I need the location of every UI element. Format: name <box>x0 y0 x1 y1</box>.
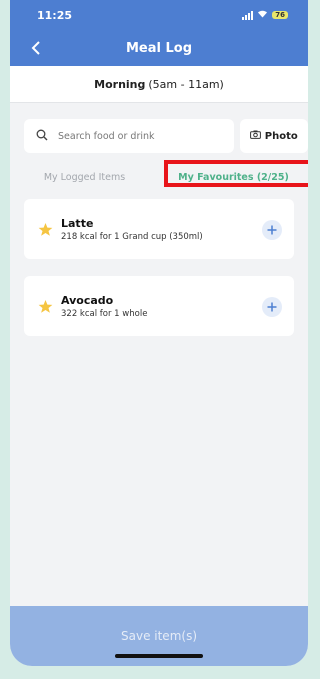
camera-icon <box>249 130 261 142</box>
plus-icon <box>267 302 277 312</box>
save-label: Save item(s) <box>121 629 197 643</box>
period-range: (5am - 11am) <box>148 77 224 91</box>
list-item[interactable]: Latte 218 kcal for 1 Grand cup (350ml) <box>24 199 294 259</box>
search-row: Search food or drink Photo <box>10 119 308 153</box>
page-title: Meal Log <box>125 40 193 56</box>
search-icon <box>36 129 48 144</box>
phone-screen: 11:25 76 Meal Log Morning (5am - 11am) S… <box>10 0 308 666</box>
tab-bar: My Logged Items My Favourites (2/25) <box>10 160 308 193</box>
plus-icon <box>267 225 277 235</box>
food-calories: 218 kcal for 1 Grand cup (350ml) <box>61 231 203 242</box>
star-icon[interactable] <box>38 222 53 241</box>
nav-bar: Meal Log <box>10 30 308 66</box>
food-text: Latte 218 kcal for 1 Grand cup (350ml) <box>61 217 203 242</box>
home-indicator <box>115 654 203 658</box>
food-calories: 322 kcal for 1 whole <box>61 308 148 319</box>
photo-button[interactable]: Photo <box>239 119 308 153</box>
add-item-button[interactable] <box>262 297 282 317</box>
food-name: Latte <box>61 216 94 230</box>
period-name: Morning <box>94 77 146 91</box>
star-icon[interactable] <box>38 299 53 318</box>
status-time: 11:25 <box>37 8 73 22</box>
food-name: Avocado <box>61 293 114 307</box>
tab-my-logged-items[interactable]: My Logged Items <box>10 161 159 193</box>
status-bar: 11:25 76 <box>10 0 308 30</box>
list-item[interactable]: Avocado 322 kcal for 1 whole <box>24 276 294 336</box>
search-placeholder: Search food or drink <box>58 130 155 142</box>
photo-label: Photo <box>264 130 298 142</box>
favourites-list: Latte 218 kcal for 1 Grand cup (350ml) A… <box>10 199 308 336</box>
wifi-icon <box>257 9 268 21</box>
status-icons: 76 <box>242 9 288 21</box>
highlight-box <box>164 160 308 187</box>
add-item-button[interactable] <box>262 220 282 240</box>
food-text: Avocado 322 kcal for 1 whole <box>61 294 147 319</box>
search-input[interactable]: Search food or drink <box>24 119 234 153</box>
battery-icon: 76 <box>272 11 288 19</box>
signal-icon <box>242 10 254 20</box>
meal-period-selector[interactable]: Morning (5am - 11am) <box>10 66 308 103</box>
back-chevron-icon[interactable] <box>26 38 46 58</box>
